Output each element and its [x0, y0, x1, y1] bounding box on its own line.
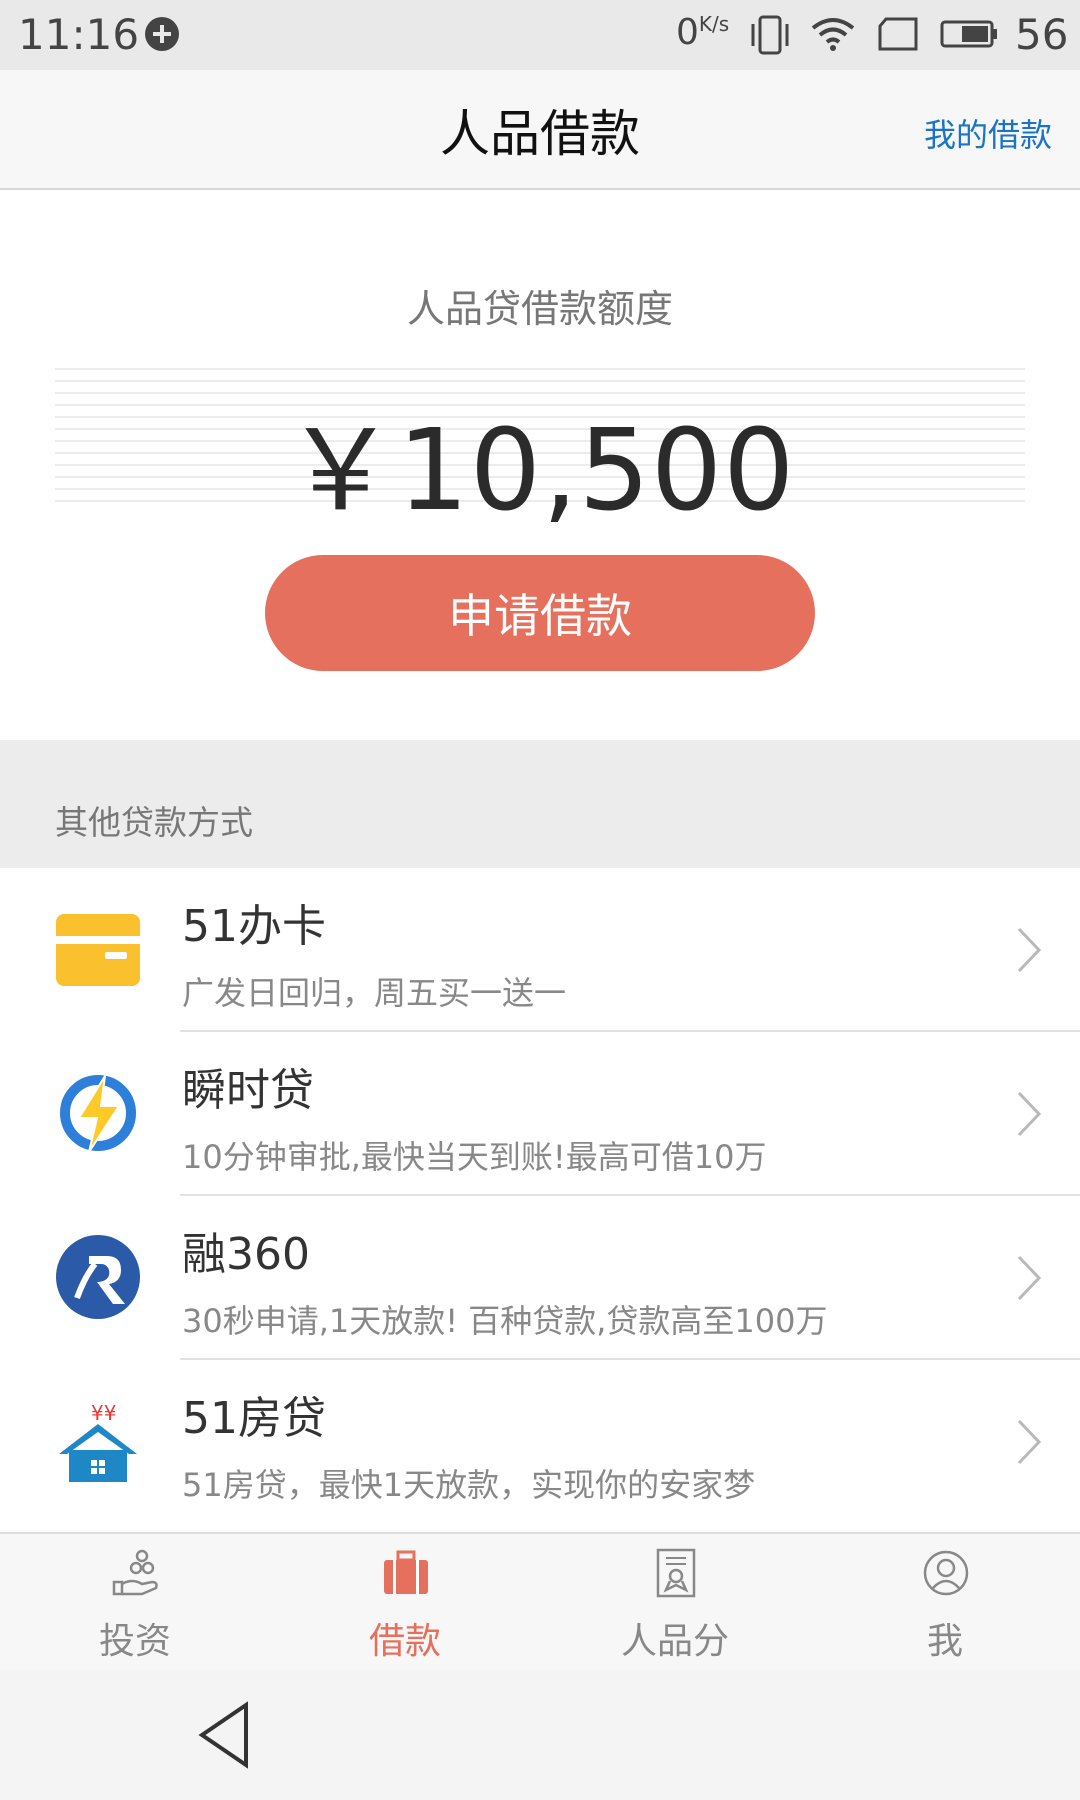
battery-level: 56	[1015, 10, 1069, 59]
item-name: 51办卡	[182, 901, 326, 952]
svg-text:¥¥: ¥¥	[91, 1401, 116, 1425]
item-description: 51房贷，最快1天放款，实现你的安家梦	[182, 1466, 756, 1504]
vibrate-icon	[751, 15, 789, 55]
sync-plus-icon	[145, 17, 179, 51]
quota-card: 人品贷借款额度 ￥10,500 申请借款	[0, 190, 1080, 738]
nav-invest[interactable]: 投资	[0, 1534, 270, 1670]
chevron-right-icon	[1017, 927, 1042, 973]
item-description: 广发日回归，周五买一送一	[182, 974, 567, 1012]
list-item-rong360[interactable]: 融360 30秒申请,1天放款! 百种贷款,贷款高至100万	[0, 1196, 1080, 1360]
lightning-icon	[60, 1075, 136, 1153]
rong360-logo-icon	[56, 1235, 140, 1319]
apply-loan-button[interactable]: 申请借款	[265, 555, 815, 671]
item-name: 融360	[182, 1229, 310, 1280]
nav-me[interactable]: 我	[810, 1534, 1080, 1670]
other-loans-section-header: 其他贷款方式	[0, 740, 1080, 868]
wifi-icon	[811, 18, 855, 51]
bottom-nav: 投资 借款 人品分 我	[0, 1532, 1080, 1672]
nav-label: 借款	[368, 1621, 441, 1662]
back-icon[interactable]	[196, 1700, 252, 1770]
status-bar: 11:16 0K/s 56	[0, 0, 1080, 70]
quota-amount: ￥10,500	[284, 406, 796, 536]
item-name: 瞬时贷	[182, 1065, 314, 1116]
nav-label: 人品分	[620, 1621, 729, 1662]
nav-label: 我	[926, 1621, 963, 1662]
nav-credit-score[interactable]: 人品分	[540, 1534, 810, 1670]
list-item-51-card[interactable]: 51办卡 广发日回归，周五买一送一	[0, 868, 1080, 1032]
chevron-right-icon	[1017, 1091, 1042, 1137]
chevron-right-icon	[1017, 1255, 1042, 1301]
briefcase-icon	[384, 1550, 428, 1594]
certificate-icon	[656, 1548, 696, 1598]
system-nav-bar	[0, 1670, 1080, 1800]
list-item-51-mortgage[interactable]: ¥¥ 51房贷 51房贷，最快1天放款，实现你的安家梦	[0, 1360, 1080, 1524]
user-icon	[923, 1550, 969, 1596]
net-speed: 0K/s	[676, 12, 730, 53]
item-description: 10分钟审批,最快当天到账!最高可借10万	[182, 1138, 767, 1176]
my-loans-link[interactable]: 我的借款	[924, 110, 1052, 156]
section-title: 其他贷款方式	[55, 803, 253, 842]
page-title: 人品借款	[440, 105, 640, 163]
status-time: 11:16	[18, 10, 140, 59]
invest-icon	[112, 1549, 158, 1596]
item-description: 30秒申请,1天放款! 百种贷款,贷款高至100万	[182, 1302, 828, 1340]
battery-icon	[940, 20, 997, 48]
nav-loan[interactable]: 借款	[270, 1534, 540, 1670]
list-item-instant-loan[interactable]: 瞬时贷 10分钟审批,最快当天到账!最高可借10万	[0, 1032, 1080, 1196]
chevron-right-icon	[1017, 1419, 1042, 1465]
house-icon: ¥¥	[59, 1401, 137, 1482]
loan-list: 51办卡 广发日回归，周五买一送一 瞬时贷 10分钟审批,最快当天到账!最高可借…	[0, 868, 1080, 1524]
card-icon	[56, 914, 140, 986]
item-name: 51房贷	[182, 1393, 326, 1444]
nav-label: 投资	[98, 1621, 171, 1662]
app-header: 人品借款 我的借款	[0, 70, 1080, 190]
quota-label: 人品贷借款额度	[406, 287, 673, 331]
sim-card-icon	[878, 17, 918, 51]
